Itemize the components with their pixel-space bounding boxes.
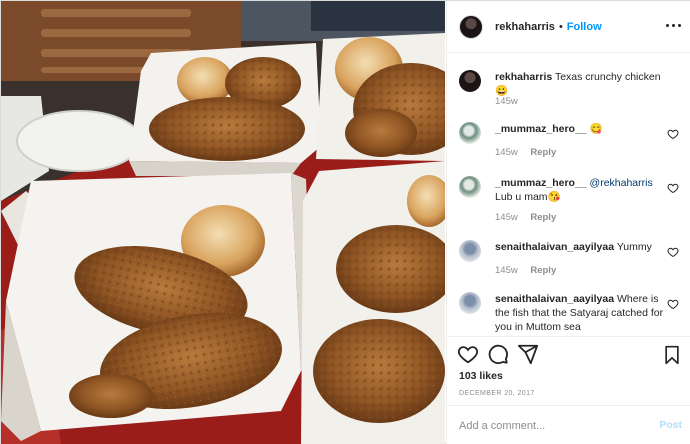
- post-comment-button[interactable]: Post: [659, 419, 682, 431]
- comments-list[interactable]: rekhaharris Texas crunchy chicken 😀 145w…: [447, 54, 690, 336]
- add-comment-bar: Post: [447, 405, 690, 444]
- caption-avatar[interactable]: [459, 70, 481, 92]
- comment-username[interactable]: senaithalaivan_aayilyaa: [495, 293, 614, 305]
- like-comment-heart-icon[interactable]: [667, 182, 679, 194]
- separator-dot: •: [558, 20, 563, 33]
- comment-text: _mummaz_hero__ 😋: [495, 122, 665, 136]
- commenter-avatar[interactable]: [459, 176, 481, 198]
- comment-text: senaithalaivan_aayilyaa Where is the fis…: [495, 292, 665, 334]
- comment-meta: 145w Reply: [495, 265, 566, 276]
- reply-button[interactable]: Reply: [530, 147, 556, 158]
- comment-content: 😋: [589, 123, 603, 135]
- author-username[interactable]: rekhaharris: [495, 21, 555, 33]
- action-icons: [457, 343, 539, 367]
- comment-time: 145w: [495, 212, 518, 223]
- reply-button[interactable]: Reply: [530, 265, 556, 276]
- comment-meta: 145w Reply: [495, 212, 566, 223]
- comment-time: 145w: [495, 147, 518, 158]
- comment-content: Yummy: [616, 241, 652, 253]
- caption-username[interactable]: rekhaharris: [495, 71, 552, 83]
- like-comment-heart-icon[interactable]: [667, 128, 679, 140]
- comment-username[interactable]: _mummaz_hero__: [495, 177, 587, 189]
- post-photo[interactable]: [1, 1, 445, 444]
- instagram-post-view: rekhaharris • Follow rekhaharris Texas c…: [0, 0, 690, 444]
- mention-link[interactable]: @rekhaharris: [590, 177, 653, 189]
- comment-text: _mummaz_hero__ @rekhaharris Lub u mam😘: [495, 176, 665, 204]
- follow-button[interactable]: Follow: [567, 21, 602, 33]
- share-icon[interactable]: [517, 343, 539, 365]
- post-details-pane: rekhaharris • Follow rekhaharris Texas c…: [446, 1, 690, 444]
- commenter-avatar[interactable]: [459, 292, 481, 314]
- post-date[interactable]: DECEMBER 20, 2017: [459, 390, 535, 397]
- fried-chicken-photo: [1, 1, 445, 444]
- comment-time: 145w: [495, 265, 518, 276]
- heart-icon[interactable]: [457, 343, 479, 365]
- author-avatar[interactable]: [459, 14, 483, 39]
- comment-meta: 145w Reply: [495, 147, 566, 158]
- caption-text: rekhaharris Texas crunchy chicken 😀: [495, 70, 665, 98]
- commenter-avatar[interactable]: [459, 122, 481, 144]
- likes-count[interactable]: 103 likes: [459, 370, 503, 382]
- comment-username[interactable]: senaithalaivan_aayilyaa: [495, 241, 614, 253]
- add-comment-input[interactable]: [459, 417, 639, 435]
- comment-text: senaithalaivan_aayilyaa Yummy: [495, 240, 665, 254]
- post-header: rekhaharris • Follow: [447, 1, 690, 53]
- comment-content: Lub u mam😘: [495, 191, 561, 203]
- comment-username[interactable]: _mummaz_hero__: [495, 123, 587, 135]
- more-options-icon[interactable]: [664, 16, 682, 34]
- like-comment-heart-icon[interactable]: [667, 298, 679, 310]
- caption-time: 145w: [495, 96, 518, 107]
- reply-button[interactable]: Reply: [530, 212, 556, 223]
- commenter-avatar[interactable]: [459, 240, 481, 262]
- caption-meta: 145w: [495, 96, 528, 107]
- bookmark-icon[interactable]: [662, 344, 682, 366]
- like-comment-heart-icon[interactable]: [667, 246, 679, 258]
- comment-icon[interactable]: [487, 343, 509, 365]
